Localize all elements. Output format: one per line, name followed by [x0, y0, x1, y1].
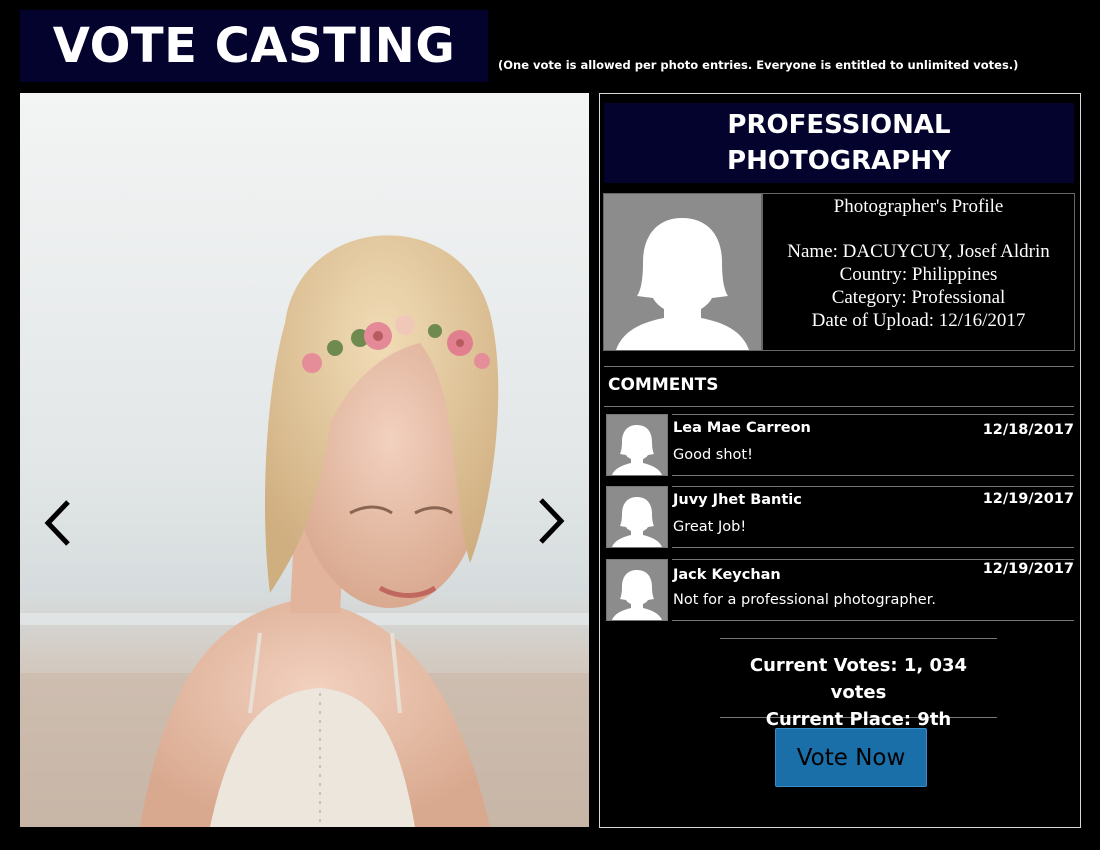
- profile-category: Category: Professional: [831, 287, 1006, 308]
- comment-text: Not for a professional photographer.: [673, 592, 936, 608]
- current-votes: Current Votes: 1, 034 votes: [749, 655, 968, 703]
- divider: [672, 486, 1074, 487]
- divider: [672, 547, 1074, 548]
- previous-photo-button[interactable]: [38, 493, 78, 553]
- comment-item: Lea Mae Carreon 12/18/2017 Good shot!: [606, 414, 1074, 476]
- profile-info: Photographer's Profile Name: DACUYCUY, J…: [763, 194, 1074, 350]
- person-placeholder-icon: [612, 497, 662, 547]
- person-placeholder-icon: [612, 425, 662, 475]
- category-header: PROFESSIONAL PHOTOGRAPHY: [604, 103, 1074, 183]
- comment-item: Juvy Jhet Bantic 12/19/2017 Great Job!: [606, 486, 1074, 548]
- vote-stats: Current Votes: 1, 034 votes Current Plac…: [720, 638, 997, 730]
- commenter-avatar: [606, 486, 668, 548]
- profile-country: Country: Philippines: [839, 264, 998, 285]
- comment-date: 12/19/2017: [982, 561, 1074, 577]
- entry-details-panel: PROFESSIONAL PHOTOGRAPHY Photographer's …: [599, 93, 1081, 828]
- divider: [604, 406, 1074, 407]
- divider: [672, 414, 1074, 415]
- commenter-name: Jack Keychan: [673, 567, 781, 583]
- divider: [672, 475, 1074, 476]
- person-placeholder-icon: [612, 570, 662, 620]
- next-photo-button[interactable]: [531, 491, 571, 551]
- profile-upload-date: Date of Upload: 12/16/2017: [811, 310, 1026, 331]
- category-title: PROFESSIONAL PHOTOGRAPHY: [727, 110, 951, 176]
- photographer-avatar: [604, 194, 763, 350]
- entry-photo: [20, 93, 589, 827]
- comment-item: Jack Keychan 12/19/2017 Not for a profes…: [606, 559, 1074, 621]
- divider: [672, 620, 1074, 621]
- vote-now-button[interactable]: Vote Now: [775, 728, 927, 787]
- commenter-name: Lea Mae Carreon: [673, 420, 811, 436]
- comments-title: COMMENTS: [608, 375, 719, 395]
- divider: [604, 366, 1074, 367]
- profile-heading: Photographer's Profile: [833, 196, 1004, 217]
- commenter-name: Juvy Jhet Bantic: [673, 492, 802, 508]
- comment-date: 12/19/2017: [982, 491, 1074, 507]
- page-title: VOTE CASTING: [52, 18, 456, 74]
- comment-text: Great Job!: [673, 519, 747, 535]
- commenter-avatar: [606, 414, 668, 476]
- comment-date: 12/18/2017: [982, 422, 1074, 438]
- photographer-profile: Photographer's Profile Name: DACUYCUY, J…: [603, 193, 1075, 351]
- profile-name: Name: DACUYCUY, Josef Aldrin: [787, 241, 1050, 262]
- chevron-left-icon: [44, 500, 70, 546]
- comment-text: Good shot!: [673, 447, 753, 463]
- photo-illustration: [20, 93, 589, 827]
- divider: [672, 559, 1074, 560]
- person-placeholder-icon: [616, 218, 749, 350]
- commenter-avatar: [606, 559, 668, 621]
- page-title-banner: VOTE CASTING: [20, 10, 488, 82]
- chevron-right-icon: [539, 498, 565, 544]
- voting-rules-note: (One vote is allowed per photo entries. …: [498, 58, 1019, 72]
